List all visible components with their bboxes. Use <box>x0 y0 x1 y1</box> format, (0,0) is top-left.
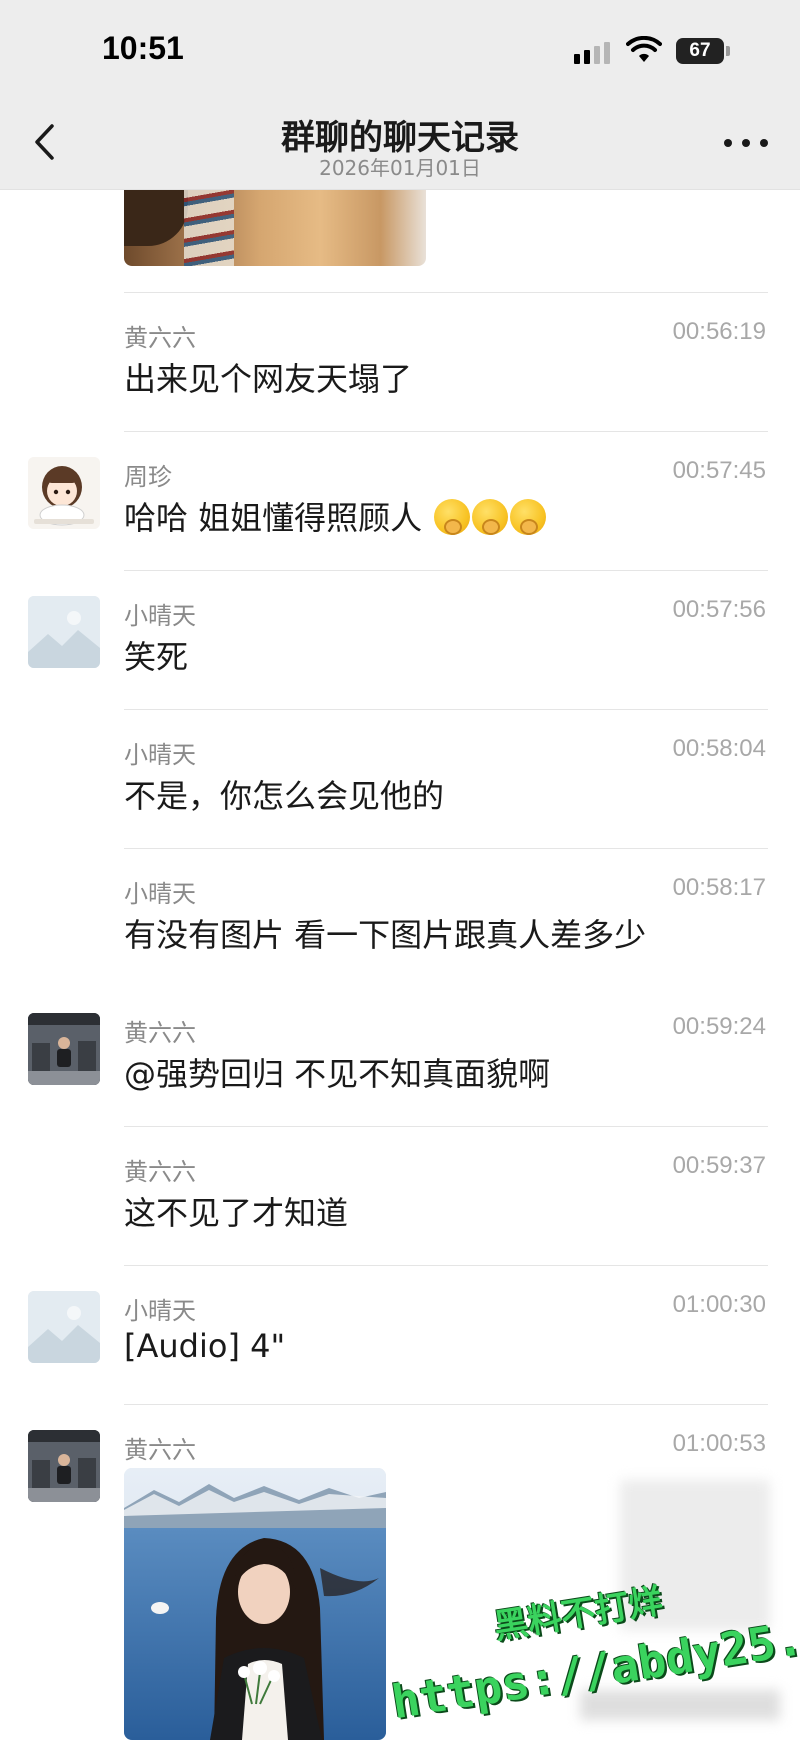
divider <box>124 1404 768 1405</box>
sender-name: 小晴天 <box>124 1297 196 1325</box>
wifi-icon <box>626 36 662 62</box>
message-row[interactable]: 黄六六 00:59:24 @强势回归 不见不知真面貌啊 <box>0 987 800 1126</box>
message-time: 00:56:19 <box>672 318 766 345</box>
sender-name: 小晴天 <box>124 880 196 908</box>
message-time: 00:57:56 <box>672 596 766 623</box>
avatar[interactable] <box>28 1430 100 1502</box>
smiling-face-emoji <box>510 499 547 535</box>
battery-icon: 67 <box>676 38 724 64</box>
divider <box>124 570 768 571</box>
divider <box>124 848 768 849</box>
message-row[interactable]: 小晴天 00:58:04 不是，你怎么会见他的 <box>0 709 800 848</box>
gym-photo-avatar <box>28 1430 100 1502</box>
gym-photo-avatar <box>28 1013 100 1085</box>
avatar[interactable] <box>28 1291 100 1363</box>
message-photo[interactable] <box>124 1468 386 1740</box>
chat-history-screen: 10:51 67 群聊的聊天记录 2026年01月01日 黄六六 00:56:1… <box>0 0 800 1740</box>
message-text: 有没有图片 看一下图片跟真人差多少 <box>124 916 647 954</box>
message-row[interactable]: 小晴天 01:00:30 [Audio] 4" <box>0 1265 800 1404</box>
divider <box>124 1126 768 1127</box>
woman-by-lake-photo <box>124 1468 386 1740</box>
message-row[interactable]: 周珍 00:57:45 哈哈 姐姐懂得照顾人 <box>0 431 800 570</box>
page-subtitle-date: 2026年01月01日 <box>319 156 481 180</box>
sender-name: 黄六六 <box>124 324 196 352</box>
message-content: 哈哈 姐姐懂得照顾人 <box>124 493 547 539</box>
image-placeholder-icon <box>28 1291 100 1363</box>
message-row[interactable]: 黄六六 00:56:19 出来见个网友天塌了 <box>0 292 800 431</box>
message-text: 这不见了才知道 <box>124 1194 349 1232</box>
message-time: 01:00:30 <box>672 1291 766 1318</box>
message-text: 不是，你怎么会见他的 <box>124 777 445 815</box>
sender-name: 周珍 <box>124 463 172 491</box>
sender-name: 小晴天 <box>124 741 196 769</box>
message-image-partial[interactable] <box>124 186 426 266</box>
smiling-face-emoji <box>472 499 509 535</box>
image-placeholder-icon <box>28 596 100 668</box>
message-row[interactable]: 黄六六 00:59:37 这不见了才知道 <box>0 1126 800 1265</box>
avatar[interactable] <box>28 596 100 668</box>
message-row[interactable]: 小晴天 00:57:56 笑死 <box>0 570 800 709</box>
girl-avatar-illustration <box>28 457 100 529</box>
sender-name: 黄六六 <box>124 1158 196 1186</box>
status-time: 10:51 <box>102 30 184 66</box>
message-text: 哈哈 姐姐懂得照顾人 <box>124 499 423 537</box>
cellular-signal-icon <box>574 42 610 64</box>
divider <box>124 292 768 293</box>
message-time: 00:58:17 <box>672 874 766 901</box>
message-time: 00:59:37 <box>672 1152 766 1179</box>
message-row[interactable]: 小晴天 00:58:17 有没有图片 看一下图片跟真人差多少 <box>0 848 800 987</box>
divider <box>124 1265 768 1266</box>
divider <box>124 431 768 432</box>
smiling-face-emoji <box>434 499 471 535</box>
sender-name: 小晴天 <box>124 602 196 630</box>
message-text: 笑死 <box>124 638 189 676</box>
header: 10:51 67 群聊的聊天记录 2026年01月01日 <box>0 0 800 190</box>
message-time: 01:00:53 <box>672 1430 766 1457</box>
message-time: 00:58:04 <box>672 735 766 762</box>
message-text: 出来见个网友天塌了 <box>124 360 413 398</box>
message-time: 00:57:45 <box>672 457 766 484</box>
avatar[interactable] <box>28 1013 100 1085</box>
message-time: 00:59:24 <box>672 1013 766 1040</box>
sender-name: 黄六六 <box>124 1019 196 1047</box>
divider <box>124 709 768 710</box>
sender-name: 黄六六 <box>124 1436 196 1464</box>
battery-cap <box>726 46 730 56</box>
avatar[interactable] <box>28 457 100 529</box>
message-text: @强势回归 不见不知真面貌啊 <box>124 1055 551 1093</box>
more-button[interactable] <box>724 128 768 158</box>
audio-message[interactable]: [Audio] 4" <box>124 1327 285 1365</box>
more-dots-icon <box>724 139 732 147</box>
